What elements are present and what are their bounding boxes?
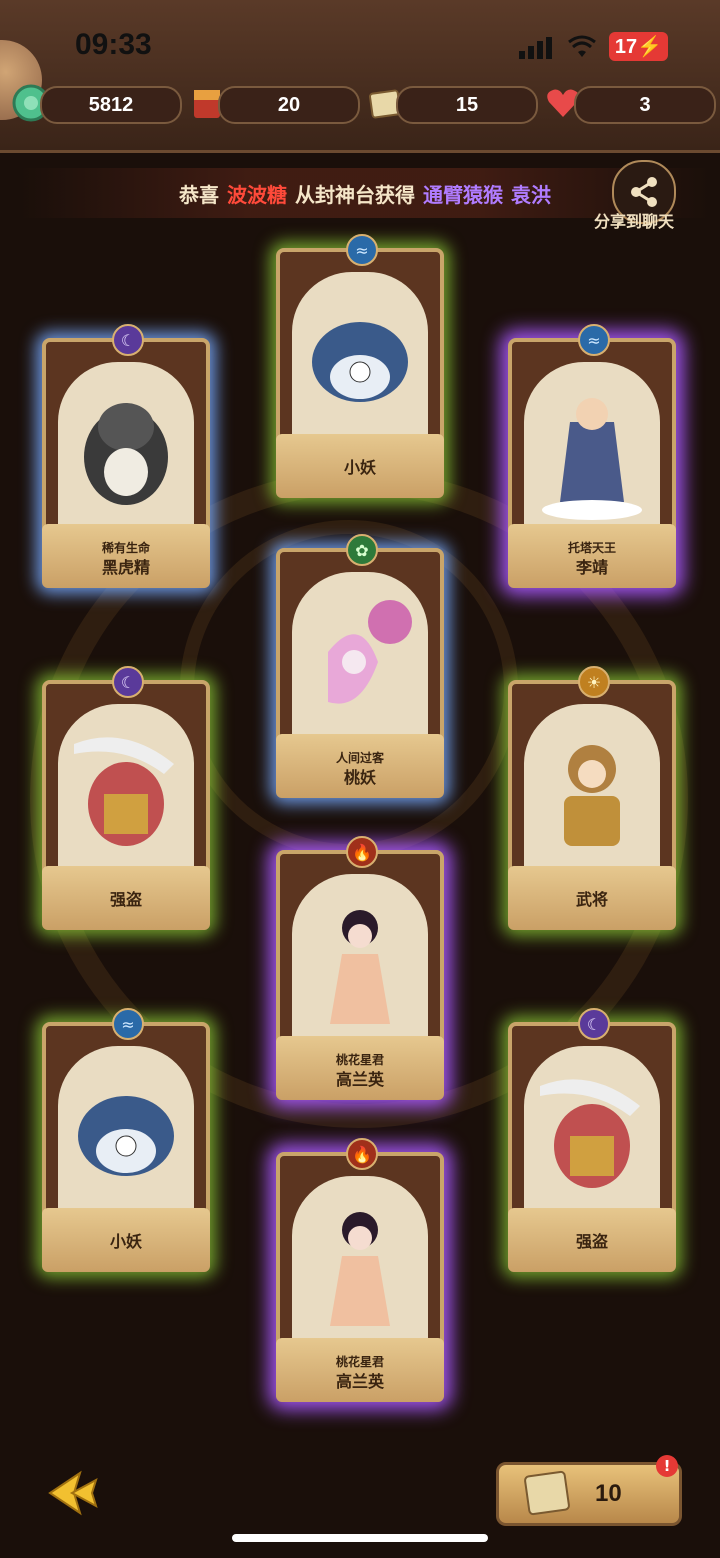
ticket-icon <box>524 1470 570 1516</box>
black-tiger-figure <box>84 403 168 505</box>
signal-icon <box>518 35 555 59</box>
peach-demon-figure <box>328 600 412 704</box>
resource-heart-value: 3 <box>639 93 651 116</box>
hero-card-7[interactable]: 🔥 桃花星君 高兰英 <box>276 836 444 1100</box>
battery-level: 17 <box>614 36 638 58</box>
draw-button[interactable]: 10 <box>496 1462 682 1526</box>
water-element-icon: ≈ <box>346 234 378 266</box>
hero-card-1[interactable]: ≈ 小妖 <box>276 234 444 498</box>
fire-element-icon: 🔥 <box>346 836 378 868</box>
status-icons: 17⚡ <box>518 32 668 61</box>
card-name: 武将 <box>575 890 608 909</box>
card-name: 小妖 <box>343 458 376 477</box>
resource-jade: 5812 <box>40 86 182 124</box>
card-name: 强盗 <box>575 1232 608 1251</box>
wifi-icon <box>567 35 596 57</box>
banner-player: 波波糖 <box>227 182 287 207</box>
resource-ticket: 15 <box>396 86 538 124</box>
hero-card-3[interactable]: ≈ 托塔天王 李靖 <box>508 324 676 588</box>
banner-hero: 袁洪 <box>511 182 551 207</box>
resource-jade-value: 5812 <box>88 93 134 116</box>
hero-card-4[interactable]: ✿ 人间过客 桃妖 <box>276 534 444 798</box>
draw-count: 10 <box>595 1480 622 1507</box>
water-element-icon: ≈ <box>112 1008 144 1040</box>
bandit-figure <box>540 1079 640 1188</box>
fire-element-icon: 🔥 <box>346 1138 378 1170</box>
share-label: 分享到聊天 <box>594 212 675 231</box>
card-name: 强盗 <box>109 890 142 909</box>
li-jing-figure <box>542 398 642 520</box>
card-name: 桃妖 <box>343 768 376 787</box>
wood-element-icon: ✿ <box>346 534 378 566</box>
gao-lanying-figure <box>330 1212 390 1326</box>
moon-element-icon: ☾ <box>112 666 144 698</box>
banner-title: 通臂猿猴 <box>423 182 503 207</box>
battery-icon: 17⚡ <box>608 32 668 61</box>
notification-badge: ! <box>656 1455 678 1477</box>
hero-card-8[interactable]: ≈ 小妖 <box>42 1008 210 1272</box>
resource-ticket-value: 15 <box>455 93 479 116</box>
bandit-figure <box>74 737 174 846</box>
sun-element-icon: ☀ <box>578 666 610 698</box>
banner-middle: 从封神台获得 <box>295 182 415 207</box>
card-name: 李靖 <box>575 558 608 577</box>
resource-envelope-value: 20 <box>277 93 301 116</box>
back-arrow-icon[interactable] <box>40 1468 100 1518</box>
resource-envelope: 20 <box>218 86 360 124</box>
top-bar: 09:33 17⚡ 5812 20 15 3 <box>0 0 720 153</box>
hero-card-9[interactable]: ☾ 强盗 <box>508 1008 676 1272</box>
hero-card-6[interactable]: ☀ 武将 <box>508 666 676 930</box>
card-name: 小妖 <box>109 1232 142 1251</box>
hero-card-2[interactable]: ☾ 稀有生命 黑虎精 <box>42 324 210 588</box>
status-time: 09:33 <box>75 28 152 61</box>
resource-heart: 3 <box>574 86 716 124</box>
banner-prefix: 恭喜 <box>179 182 219 207</box>
water-element-icon: ≈ <box>578 324 610 356</box>
moon-element-icon: ☾ <box>112 324 144 356</box>
hero-card-5[interactable]: ☾ 强盗 <box>42 666 210 930</box>
general-figure <box>564 745 620 846</box>
frog-demon-figure <box>78 1096 174 1176</box>
card-name: 高兰英 <box>335 1372 384 1391</box>
gao-lanying-figure <box>330 910 390 1024</box>
card-name: 高兰英 <box>335 1070 384 1089</box>
frog-demon-figure <box>312 322 408 402</box>
card-name: 黑虎精 <box>101 558 150 577</box>
hero-card-10[interactable]: 🔥 桃花星君 高兰英 <box>276 1138 444 1402</box>
home-indicator[interactable] <box>232 1534 488 1542</box>
moon-element-icon: ☾ <box>578 1008 610 1040</box>
